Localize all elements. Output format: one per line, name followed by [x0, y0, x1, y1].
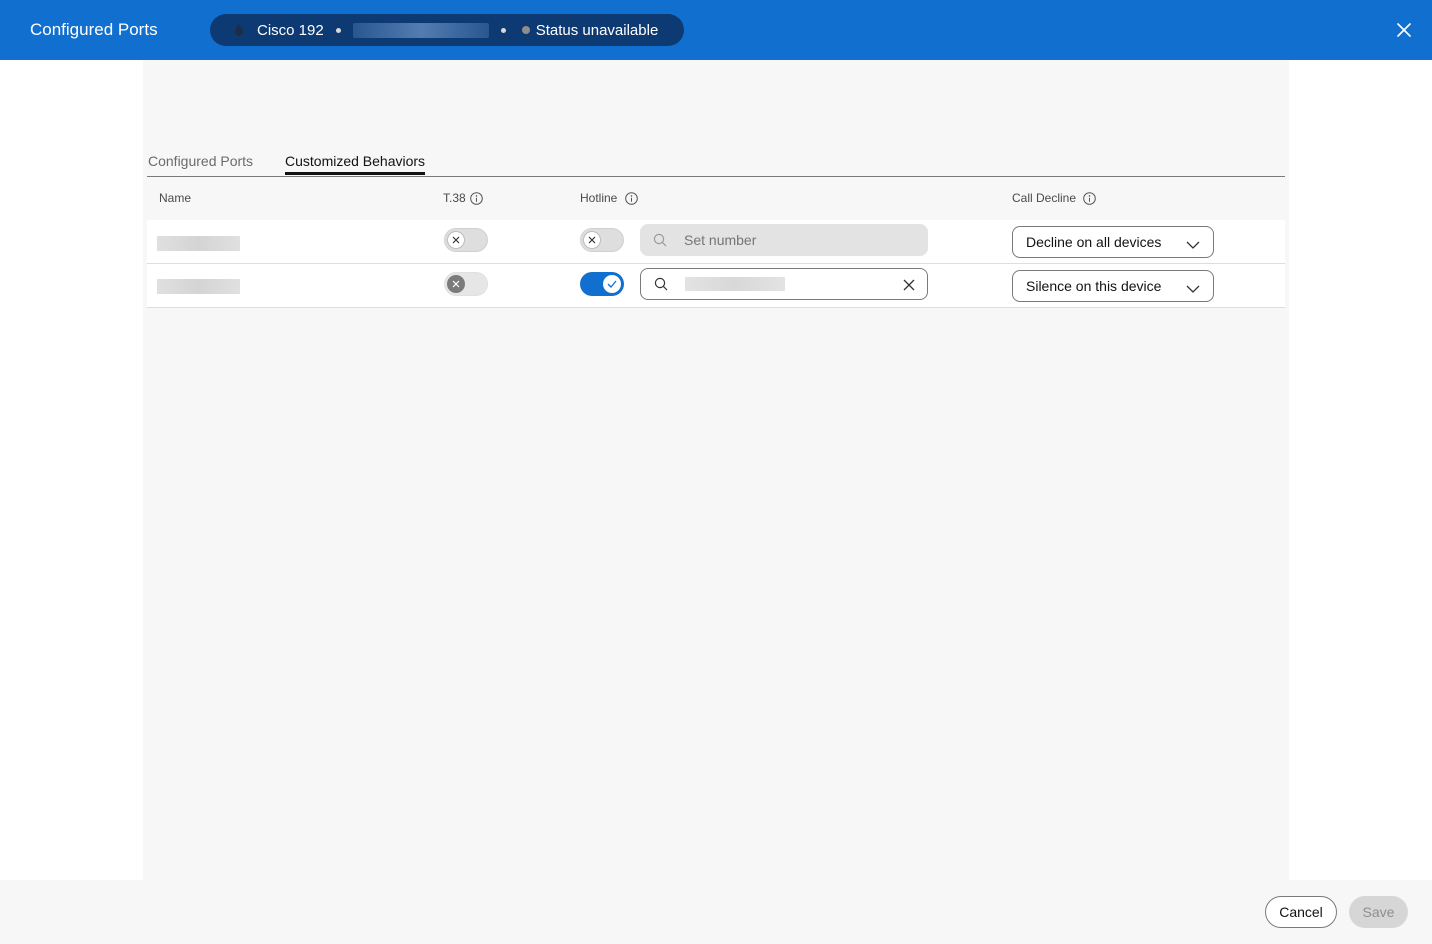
table-row: Silence on this device [147, 264, 1285, 308]
t38-toggle[interactable] [444, 228, 488, 252]
status-indicator-dot [521, 26, 530, 34]
info-icon[interactable] [1083, 191, 1096, 205]
call-decline-value: Silence on this device [1026, 278, 1162, 294]
column-label: Name [159, 191, 192, 205]
hotline-toggle[interactable] [580, 228, 624, 252]
hotline-number-input[interactable] [640, 224, 928, 256]
redacted-mac-address [352, 22, 489, 38]
device-status-icon [234, 23, 244, 37]
search-icon [654, 277, 668, 291]
clear-icon[interactable] [903, 278, 915, 291]
separator-dot [335, 27, 341, 33]
set-number-field[interactable] [684, 232, 884, 248]
info-icon[interactable] [469, 191, 483, 205]
column-label: T.38 [443, 191, 466, 205]
modal-header: Configured Ports Cisco 192 Status unavai… [0, 0, 1432, 60]
column-header-name: Name [159, 191, 191, 205]
hotline-number-input[interactable] [640, 268, 928, 300]
table-row: Decline on all devices [147, 220, 1285, 264]
save-button[interactable]: Save [1349, 896, 1408, 928]
modal-title: Configured Ports [30, 20, 158, 39]
redacted-hotline-number [685, 277, 785, 291]
device-status: Status unavailable [535, 21, 659, 39]
tab-bar: Configured Ports Customized Behaviors [147, 152, 1285, 177]
close-icon[interactable] [1395, 21, 1413, 39]
hotline-toggle[interactable] [580, 272, 624, 296]
column-label: Hotline [580, 191, 618, 205]
device-info-pill: Cisco 192 Status unavailable [210, 14, 684, 46]
column-header-t38: T.38 [443, 191, 483, 205]
call-decline-value: Decline on all devices [1026, 234, 1162, 250]
chevron-down-icon [1186, 237, 1200, 249]
modal-footer: Cancel Save [0, 880, 1432, 944]
cancel-button[interactable]: Cancel [1265, 896, 1337, 928]
call-decline-select[interactable]: Decline on all devices [1012, 226, 1214, 258]
toggle-off-icon [583, 231, 601, 249]
call-decline-select[interactable]: Silence on this device [1012, 270, 1214, 302]
tab-configured-ports[interactable]: Configured Ports [148, 153, 253, 174]
t38-toggle[interactable] [444, 272, 488, 296]
content-panel: Configured Ports Customized Behaviors Na… [143, 60, 1289, 880]
column-label: Call Decline [1012, 191, 1077, 205]
redacted-port-name [157, 236, 240, 251]
column-header-hotline: Hotline [580, 191, 639, 205]
checkmark-icon [603, 275, 621, 293]
tab-customized-behaviors[interactable]: Customized Behaviors [285, 153, 426, 175]
toggle-off-icon [447, 231, 465, 249]
info-icon[interactable] [625, 191, 639, 205]
toggle-disabled-icon [447, 275, 465, 293]
column-header-call-decline: Call Decline [1012, 191, 1096, 205]
chevron-down-icon [1186, 281, 1200, 293]
separator-dot [500, 27, 506, 33]
redacted-port-name [157, 279, 240, 294]
device-name: Cisco 192 [257, 21, 324, 39]
search-icon [653, 233, 667, 247]
